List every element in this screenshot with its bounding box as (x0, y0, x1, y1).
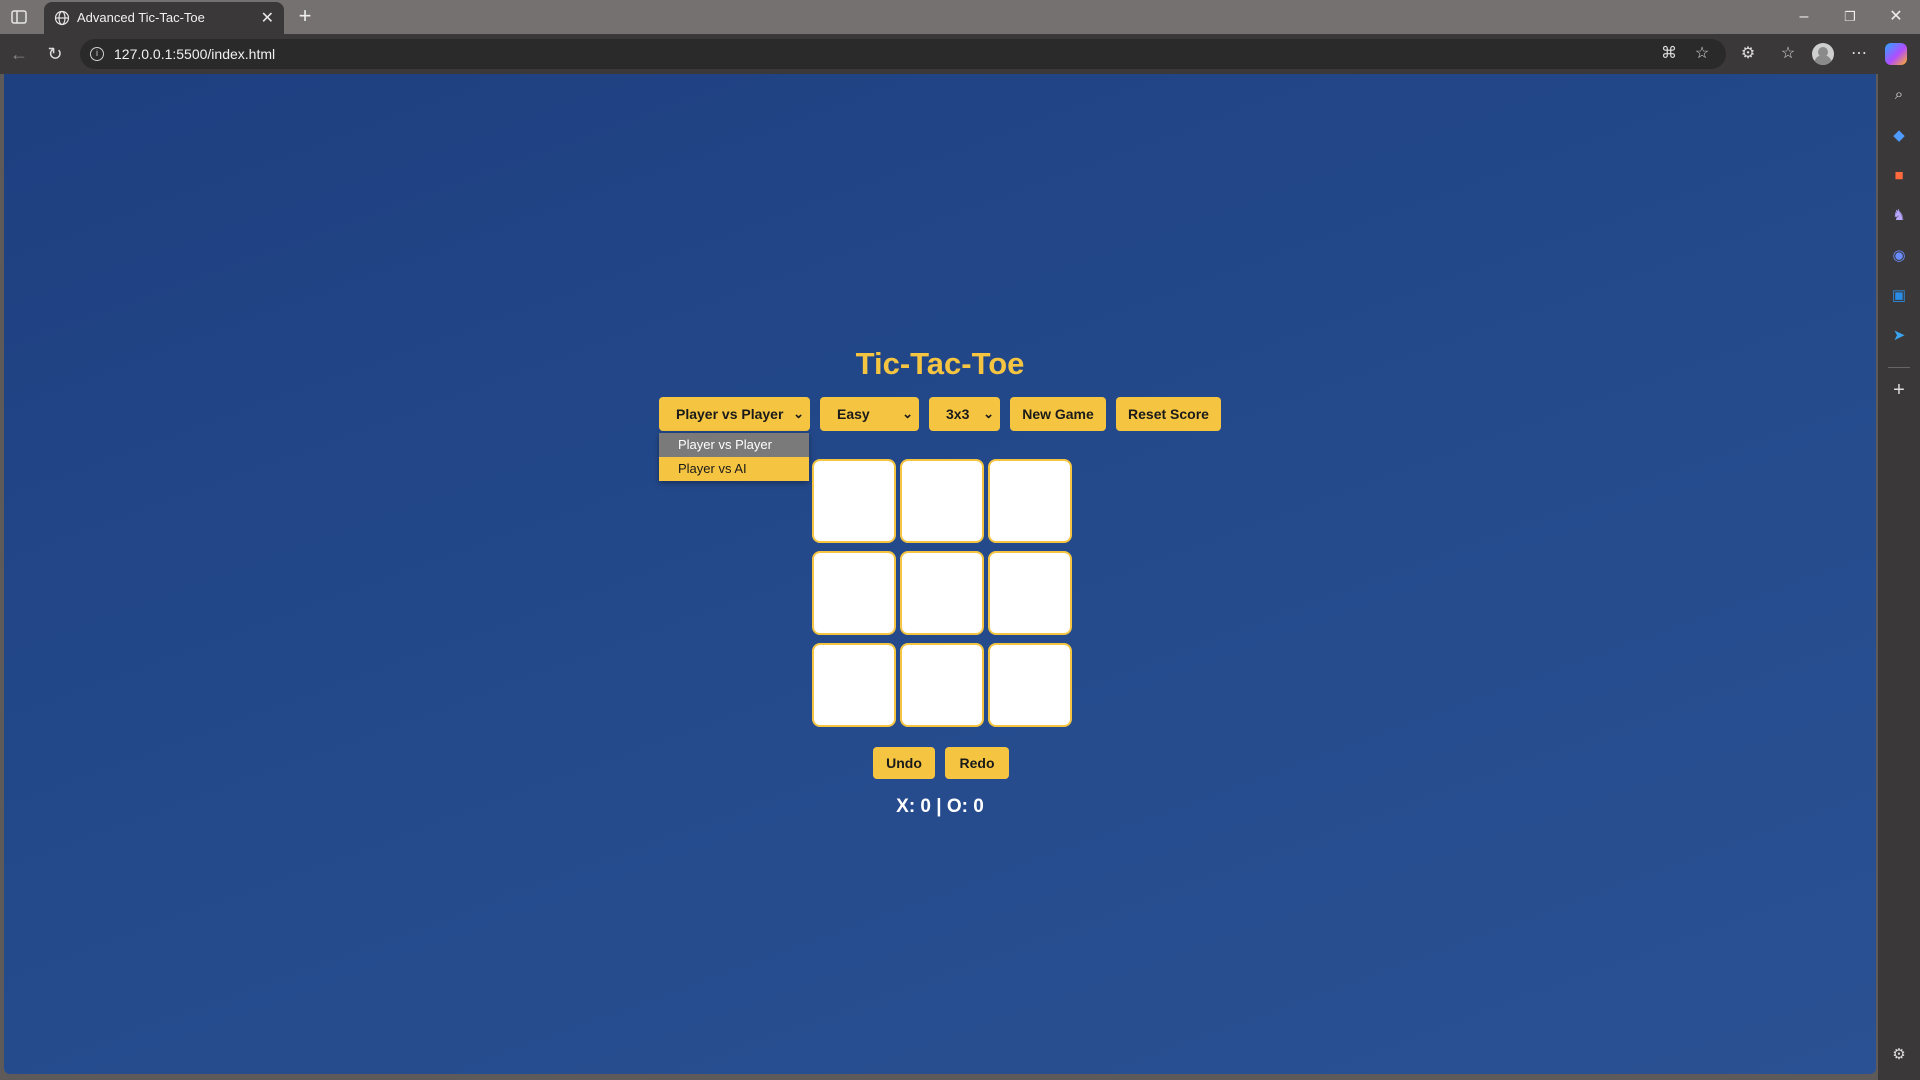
mode-option-ai[interactable]: Player vs AI (659, 457, 809, 481)
games-icon[interactable]: ♞ (1888, 205, 1910, 227)
tab-bar: Advanced Tic-Tac-Toe ✕ + – ❐ ✕ (0, 0, 1920, 34)
favorites-icon[interactable]: ☆ (1777, 43, 1799, 65)
mode-select[interactable]: Player vs Player ⌄ (659, 397, 810, 431)
score-display: X: 0 | O: 0 (896, 796, 984, 817)
more-icon[interactable]: ⋯ (1848, 43, 1870, 65)
board-cell-0[interactable] (812, 459, 896, 543)
chevron-down-icon: ⌄ (902, 406, 913, 421)
tab-title: Advanced Tic-Tac-Toe (77, 10, 205, 25)
url-text: 127.0.0.1:5500/index.html (114, 46, 276, 62)
copilot-sidebar-icon[interactable]: ◉ (1888, 245, 1910, 267)
copilot-icon[interactable] (1885, 43, 1907, 65)
shopping-tag-icon[interactable]: ◆ (1888, 125, 1910, 147)
profile-icon[interactable] (1812, 43, 1834, 65)
close-tab-icon[interactable]: ✕ (261, 8, 274, 28)
address-bar-row: ← ↻ i 127.0.0.1:5500/index.html ⌘ ☆ ⚙ ☆ … (0, 34, 1920, 74)
chevron-down-icon: ⌄ (793, 406, 804, 421)
mode-dropdown-list: Player vs Player Player vs AI (659, 433, 809, 481)
browser-sidebar: ⌕ ◆ ■ ♞ ◉ ▣ ➤ + ⚙ (1878, 74, 1920, 1080)
size-select-value: 3x3 (946, 406, 970, 422)
extensions-icon[interactable]: ⚙ (1737, 43, 1759, 65)
board-cell-4[interactable] (900, 551, 984, 635)
back-icon[interactable]: ← (8, 43, 30, 65)
mode-select-value: Player vs Player (676, 406, 784, 422)
new-tab-icon[interactable]: + (292, 3, 318, 29)
close-window-icon[interactable]: ✕ (1881, 6, 1911, 28)
mode-option-pvp[interactable]: Player vs Player (659, 433, 809, 457)
tab-actions-icon[interactable] (10, 8, 28, 26)
board-cell-8[interactable] (988, 643, 1072, 727)
board-cell-7[interactable] (900, 643, 984, 727)
page-viewport: Tic-Tac-Toe Player vs Player ⌄ Easy ⌄ 3x… (4, 74, 1876, 1074)
chevron-down-icon: ⌄ (983, 406, 994, 421)
game-board (812, 459, 1076, 735)
outlook-icon[interactable]: ▣ (1888, 285, 1910, 307)
sidebar-divider (1888, 367, 1910, 368)
difficulty-select[interactable]: Easy ⌄ (820, 397, 919, 431)
size-select[interactable]: 3x3 ⌄ (929, 397, 1000, 431)
browser-tab[interactable]: Advanced Tic-Tac-Toe ✕ (44, 2, 284, 34)
send-icon[interactable]: ➤ (1888, 325, 1910, 347)
board-cell-5[interactable] (988, 551, 1072, 635)
read-aloud-icon[interactable]: ⌘ (1660, 45, 1678, 63)
board-cell-1[interactable] (900, 459, 984, 543)
redo-button[interactable]: Redo (945, 747, 1009, 779)
address-bar[interactable]: i 127.0.0.1:5500/index.html ⌘ ☆ (80, 39, 1726, 69)
tools-icon[interactable]: ■ (1888, 165, 1910, 187)
new-game-button[interactable]: New Game (1010, 397, 1106, 431)
restore-icon[interactable]: ❐ (1835, 6, 1865, 28)
reset-score-button[interactable]: Reset Score (1116, 397, 1221, 431)
board-cell-3[interactable] (812, 551, 896, 635)
globe-icon (54, 10, 70, 26)
settings-icon[interactable]: ⚙ (1888, 1044, 1910, 1066)
site-info-icon[interactable]: i (90, 47, 104, 61)
board-cell-2[interactable] (988, 459, 1072, 543)
search-icon[interactable]: ⌕ (1888, 84, 1910, 106)
undo-button[interactable]: Undo (873, 747, 935, 779)
favorite-star-icon[interactable]: ☆ (1693, 45, 1711, 63)
board-cell-6[interactable] (812, 643, 896, 727)
minimize-icon[interactable]: – (1789, 6, 1819, 28)
game-title: Tic-Tac-Toe (855, 346, 1025, 381)
difficulty-select-value: Easy (837, 406, 870, 422)
add-icon[interactable]: + (1888, 379, 1910, 401)
refresh-icon[interactable]: ↻ (44, 43, 66, 65)
